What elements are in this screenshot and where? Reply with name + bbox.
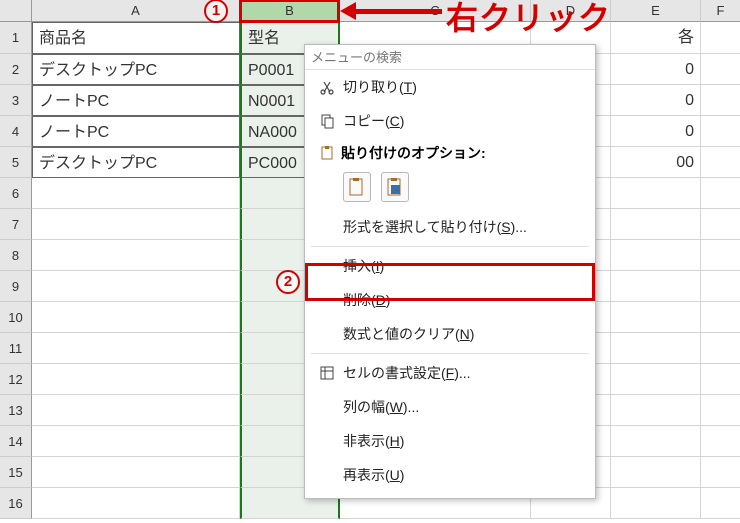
row-header-15[interactable]: 15	[0, 457, 32, 488]
col-header-E[interactable]: E	[611, 0, 701, 22]
menu-paste-heading-label: 貼り付けのオプション:	[341, 143, 486, 163]
annotation-number-2: 2	[276, 270, 300, 294]
scissors-icon	[313, 79, 341, 95]
menu-hide-label: 非表示(H)	[341, 431, 587, 451]
row-header-14[interactable]: 14	[0, 426, 32, 457]
menu-col-width[interactable]: 列の幅(W)...	[305, 390, 595, 424]
menu-copy-label: コピー(C)	[341, 111, 587, 131]
copy-icon	[313, 113, 341, 129]
cell-F3[interactable]	[701, 85, 740, 116]
cell-A6[interactable]	[32, 178, 240, 209]
annotation-number-1: 1	[204, 0, 228, 23]
cell-F5[interactable]	[701, 147, 740, 178]
menu-cut-label: 切り取り(T)	[341, 77, 587, 97]
menu-separator	[311, 353, 589, 354]
clipboard-icon	[313, 145, 341, 161]
menu-paste-special-label: 形式を選択して貼り付け(S)...	[341, 217, 587, 237]
menu-col-width-label: 列の幅(W)...	[341, 397, 587, 417]
row-header-5[interactable]: 5	[0, 147, 32, 178]
select-all-corner[interactable]	[0, 0, 32, 22]
menu-search-box[interactable]	[305, 45, 595, 70]
menu-paste-special[interactable]: 形式を選択して貼り付け(S)...	[305, 210, 595, 244]
paste-options-row	[305, 168, 595, 210]
menu-unhide[interactable]: 再表示(U)	[305, 458, 595, 492]
row-header-13[interactable]: 13	[0, 395, 32, 426]
row-header-12[interactable]: 12	[0, 364, 32, 395]
menu-unhide-label: 再表示(U)	[341, 465, 587, 485]
menu-delete-label: 削除(D)	[341, 290, 587, 310]
annotation-arrow-head-icon	[340, 2, 356, 20]
annotation-arrow-shaft	[348, 9, 442, 14]
cell-E1[interactable]: 各	[611, 22, 701, 54]
format-cells-icon	[313, 365, 341, 381]
row-header-11[interactable]: 11	[0, 333, 32, 364]
row-header-7[interactable]: 7	[0, 209, 32, 240]
cell-A2[interactable]: デスクトップPC	[32, 54, 240, 85]
cell-E2[interactable]: 0	[611, 54, 701, 85]
menu-hide[interactable]: 非表示(H)	[305, 424, 595, 458]
cell-E3[interactable]: 0	[611, 85, 701, 116]
cell-F2[interactable]	[701, 54, 740, 85]
row-header-16[interactable]: 16	[0, 488, 32, 519]
menu-separator	[311, 246, 589, 247]
menu-copy[interactable]: コピー(C)	[305, 104, 595, 138]
menu-clear[interactable]: 数式と値のクリア(N)	[305, 317, 595, 351]
row-header-1[interactable]: 1	[0, 22, 32, 54]
row-header-8[interactable]: 8	[0, 240, 32, 271]
row-header-6[interactable]: 6	[0, 178, 32, 209]
menu-cut[interactable]: 切り取り(T)	[305, 70, 595, 104]
menu-delete[interactable]: 削除(D)	[305, 283, 595, 317]
row-header-4[interactable]: 4	[0, 116, 32, 147]
menu-format-cells-label: セルの書式設定(F)...	[341, 363, 587, 383]
menu-insert[interactable]: 挿入(I)	[305, 249, 595, 283]
menu-format-cells[interactable]: セルの書式設定(F)...	[305, 356, 595, 390]
menu-insert-label: 挿入(I)	[341, 256, 587, 276]
paste-option-all[interactable]	[343, 172, 371, 202]
cell-A4[interactable]: ノートPC	[32, 116, 240, 147]
col-header-B[interactable]: B	[240, 0, 340, 22]
context-menu: 切り取り(T) コピー(C) 貼り付けのオプション: 形式を選択して貼り付け(S…	[304, 44, 596, 499]
cell-F4[interactable]	[701, 116, 740, 147]
col-header-F[interactable]: F	[701, 0, 740, 22]
row-header-9[interactable]: 9	[0, 271, 32, 302]
cell-E4[interactable]: 0	[611, 116, 701, 147]
row-header-10[interactable]: 10	[0, 302, 32, 333]
cell-A5[interactable]: デスクトップPC	[32, 147, 240, 178]
menu-search-input[interactable]	[311, 50, 589, 65]
cell-A3[interactable]: ノートPC	[32, 85, 240, 116]
cell-E5[interactable]: 00	[611, 147, 701, 178]
cell-F1[interactable]	[701, 22, 740, 54]
menu-paste-heading: 貼り付けのオプション:	[305, 138, 595, 168]
row-header-2[interactable]: 2	[0, 54, 32, 85]
row-header-3[interactable]: 3	[0, 85, 32, 116]
annotation-right-click-text: 右クリック	[446, 0, 611, 39]
cell-A1[interactable]: 商品名	[32, 22, 240, 54]
paste-option-format[interactable]	[381, 172, 409, 202]
menu-clear-label: 数式と値のクリア(N)	[341, 324, 587, 344]
